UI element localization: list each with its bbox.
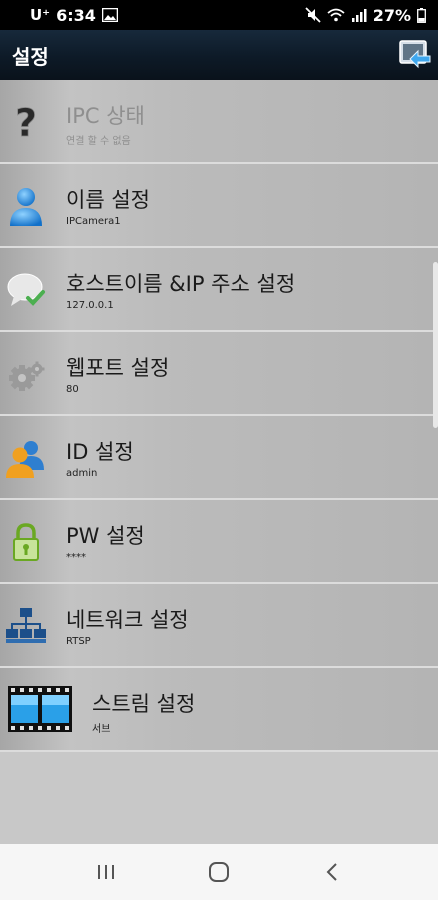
- setting-subtitle: 80: [66, 384, 79, 395]
- question-icon: ?: [15, 102, 38, 142]
- navigation-bar: [0, 844, 438, 900]
- recent-apps-icon: [98, 865, 115, 879]
- setting-title: 이름 설정: [66, 188, 150, 212]
- clock: 6:34: [56, 5, 96, 25]
- status-left: U⁺ 6:34: [30, 6, 118, 25]
- setting-subtitle: admin: [66, 468, 98, 479]
- setting-title: 스트림 설정: [92, 692, 196, 716]
- setting-subtitle: ****: [66, 552, 86, 563]
- page-title: 설정: [12, 44, 49, 69]
- setting-ipc-status[interactable]: ? IPC 상태 연결 할 수 없음: [0, 80, 438, 164]
- users-icon: [6, 441, 44, 478]
- chat-bubble-check-icon: [7, 273, 45, 306]
- back-button[interactable]: [396, 38, 432, 72]
- mute-icon: [305, 7, 321, 23]
- back-arrow-icon: [399, 40, 431, 69]
- gallery-notification-icon: [101, 8, 118, 22]
- app-bar: 설정: [0, 30, 438, 80]
- network-icon: [6, 608, 46, 643]
- gears-icon: [9, 361, 45, 391]
- svg-text:?: ?: [15, 102, 37, 142]
- status-right: 27%: [305, 6, 426, 25]
- setting-title: 네트워크 설정: [66, 608, 189, 632]
- setting-title: ID 설정: [66, 440, 134, 464]
- battery-percent: 27%: [372, 5, 411, 25]
- status-bar: U⁺ 6:34 27%: [0, 0, 438, 30]
- settings-list: ? IPC 상태 연결 할 수 없음 이름 설정 IPCamera1 호스트이름…: [0, 80, 438, 752]
- setting-password[interactable]: PW 설정 ****: [0, 500, 438, 584]
- setting-title: IPC 상태: [66, 104, 145, 128]
- setting-title: 웹포트 설정: [66, 356, 170, 380]
- empty-area: [0, 752, 438, 844]
- recent-apps-button[interactable]: [86, 852, 126, 892]
- setting-subtitle: 연결 할 수 없음: [66, 136, 131, 147]
- setting-id[interactable]: ID 설정 admin: [0, 416, 438, 500]
- person-icon: [10, 188, 42, 226]
- setting-network[interactable]: 네트워크 설정 RTSP: [0, 584, 438, 668]
- setting-title: PW 설정: [66, 524, 145, 548]
- wifi-icon: [327, 8, 345, 22]
- setting-subtitle: IPCamera1: [66, 216, 121, 227]
- home-button[interactable]: [199, 852, 239, 892]
- signal-icon: [351, 9, 367, 22]
- setting-name[interactable]: 이름 설정 IPCamera1: [0, 164, 438, 248]
- battery-icon: [417, 7, 426, 23]
- scrollbar-thumb[interactable]: [433, 262, 438, 428]
- carrier-label: U⁺: [30, 6, 51, 24]
- film-icon: [8, 686, 72, 732]
- back-nav-button[interactable]: [312, 852, 352, 892]
- setting-subtitle: 127.0.0.1: [66, 300, 114, 311]
- setting-subtitle: RTSP: [66, 636, 91, 647]
- setting-stream[interactable]: 스트림 설정 서브: [0, 668, 438, 752]
- setting-web-port[interactable]: 웹포트 설정 80: [0, 332, 438, 416]
- setting-subtitle: 서브: [92, 724, 111, 735]
- chevron-left-icon: [326, 863, 337, 881]
- setting-title: 호스트이름 &IP 주소 설정: [66, 272, 296, 296]
- home-icon: [208, 862, 229, 882]
- lock-icon: [13, 523, 39, 561]
- setting-host-ip[interactable]: 호스트이름 &IP 주소 설정 127.0.0.1: [0, 248, 438, 332]
